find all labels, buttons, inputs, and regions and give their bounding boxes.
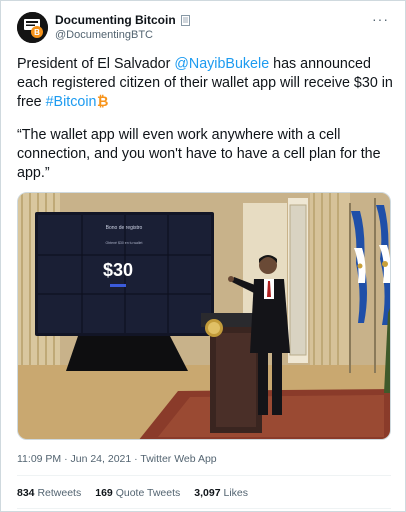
retweets-count: 834 <box>17 487 35 499</box>
svg-text:B: B <box>34 28 40 37</box>
user-names: Documenting Bitcoin @DocumentingBTC <box>55 13 191 42</box>
tweet-photo[interactable]: Bono de registro Obtené $30 en tu wallet… <box>17 192 391 440</box>
display-name[interactable]: Documenting Bitcoin <box>55 13 191 27</box>
photo-scene: Bono de registro Obtené $30 en tu wallet… <box>18 193 390 439</box>
retweets-stat[interactable]: 834 Retweets <box>17 487 81 500</box>
likes-label: Likes <box>223 487 249 499</box>
display-name-text[interactable]: Documenting Bitcoin <box>55 13 176 27</box>
likes-count: 3,097 <box>194 487 221 499</box>
quote-tweets-stat[interactable]: 169 Quote Tweets <box>95 487 180 500</box>
mention-link[interactable]: @NayibBukele <box>174 56 269 72</box>
hashtag-link[interactable]: #Bitcoin <box>46 94 97 110</box>
tweet-header: B Documenting Bitcoin @DocumentingBTC ··… <box>17 10 393 44</box>
quote-tweets-count: 169 <box>95 487 113 499</box>
avatar[interactable]: B <box>17 12 48 43</box>
tweet-timestamp[interactable]: 11:09 PM · Jun 24, 2021 <box>17 453 131 465</box>
tweet-text-segment: President of El Salvador <box>17 56 175 72</box>
screen-amount: $30 <box>103 260 133 280</box>
tweet-meta: 11:09 PM · Jun 24, 2021 · Twitter Web Ap… <box>17 453 217 466</box>
tweet-source[interactable]: Twitter Web App <box>140 453 216 465</box>
tweet-text: President of El Salvador @NayibBukele ha… <box>17 55 395 197</box>
documenting-bitcoin-logo-icon: B <box>17 12 48 43</box>
document-icon <box>180 14 190 26</box>
divider <box>17 475 391 476</box>
divider <box>17 508 391 509</box>
retweets-label: Retweets <box>37 487 82 499</box>
tweet-card: B Documenting Bitcoin @DocumentingBTC ··… <box>0 0 406 512</box>
tweet-stats: 834 Retweets 169 Quote Tweets 3,097 Like… <box>17 487 248 500</box>
tweet-paragraph-1: President of El Salvador @NayibBukele ha… <box>17 55 395 112</box>
quote-tweets-label: Quote Tweets <box>115 487 181 499</box>
tweet-paragraph-2: “The wallet app will even work anywhere … <box>17 127 381 181</box>
likes-stat[interactable]: 3,097 Likes <box>194 487 248 500</box>
screen-subtitle: Obtené $30 en tu wallet <box>106 241 143 245</box>
more-options-icon[interactable]: ··· <box>372 12 389 26</box>
svg-text:₿: ₿ <box>97 94 108 108</box>
bitcoin-icon: ₿ <box>97 94 108 108</box>
user-handle[interactable]: @DocumentingBTC <box>55 28 191 42</box>
screen-heading: Bono de registro <box>106 225 143 231</box>
